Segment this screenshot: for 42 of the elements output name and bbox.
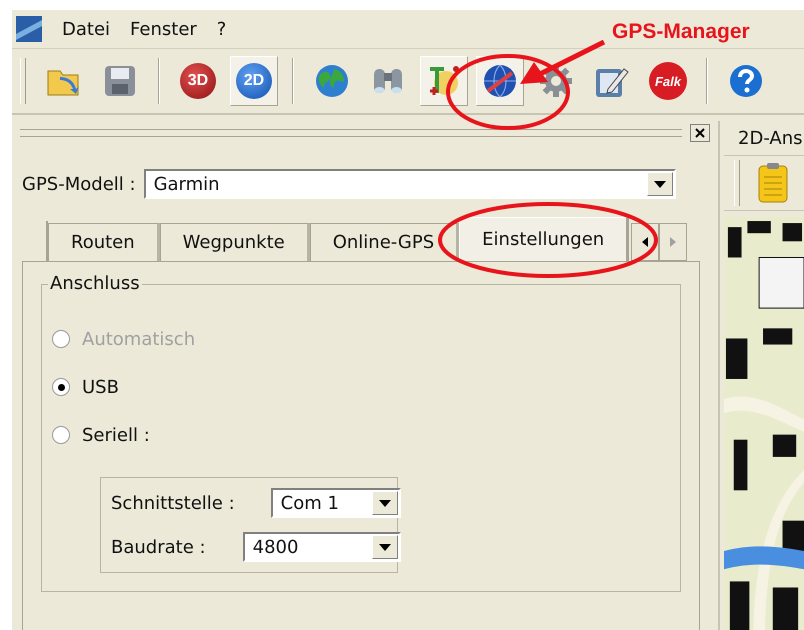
dropdown-button[interactable]: [372, 491, 398, 515]
toolbar-button[interactable]: 3D: [174, 56, 222, 106]
radio-button[interactable]: [52, 426, 70, 444]
toolbar-button[interactable]: Falk: [644, 56, 692, 106]
clipboard-icon: [758, 163, 788, 203]
dropdown-arrow-icon: [378, 500, 391, 506]
tab[interactable]: Online-GPS: [310, 223, 460, 261]
view-tab[interactable]: 2D-Ans: [724, 121, 804, 156]
dropdown-field[interactable]: Garmin: [144, 169, 676, 199]
field-label: Schnittstelle :: [111, 492, 235, 514]
tab[interactable]: Wegpunkte: [160, 223, 310, 261]
toolbar-button[interactable]: [476, 56, 524, 106]
view-mode-icon: 3D: [180, 63, 216, 99]
tab[interactable]: Einstellungen: [459, 217, 630, 261]
menu-item[interactable]: ?: [216, 18, 226, 40]
left-arrow-icon: [642, 237, 648, 247]
help-icon: [728, 63, 764, 99]
dropdown-button[interactable]: [372, 535, 398, 559]
dropdown-arrow-icon: [654, 180, 666, 188]
field-label: Baudrate :: [111, 536, 207, 558]
dropdown-arrow-icon: [378, 544, 391, 550]
menu-item[interactable]: Datei: [62, 18, 110, 40]
radio-label[interactable]: USB: [82, 376, 119, 398]
globe-icon: [314, 63, 350, 99]
close-button[interactable]: [690, 124, 710, 142]
right-arrow-icon: [670, 237, 676, 247]
dropdown-field[interactable]: Com 1: [270, 488, 401, 518]
close-icon: [695, 128, 705, 138]
title-bar-grip[interactable]: [20, 129, 682, 137]
field-label: GPS-Modell :: [22, 174, 136, 194]
toolbar-button[interactable]: [420, 56, 468, 106]
dropdown-button[interactable]: [646, 172, 673, 196]
dropdown-field[interactable]: 4800: [242, 532, 401, 562]
view-mode-icon: 2D: [236, 63, 272, 99]
annotation-label: GPS-Manager: [612, 20, 750, 44]
radio-label[interactable]: Seriell :: [82, 424, 150, 446]
globe-link-icon: [482, 63, 518, 99]
menu-item[interactable]: Fenster: [130, 18, 197, 40]
app-icon: [16, 16, 42, 42]
falk-logo-icon: Falk: [649, 62, 687, 100]
tab[interactable]: Routen: [48, 223, 160, 261]
radio-button[interactable]: [52, 378, 70, 396]
